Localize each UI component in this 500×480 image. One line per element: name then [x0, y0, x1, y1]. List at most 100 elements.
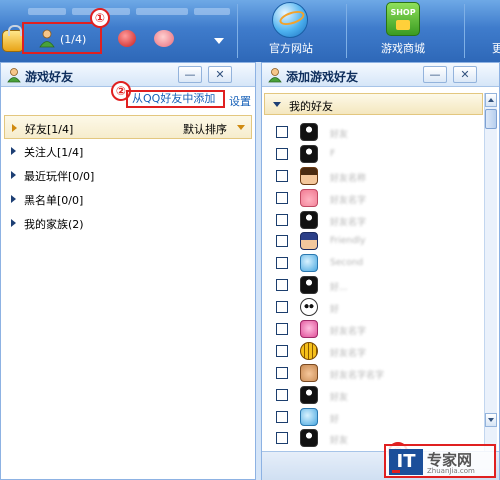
friend-name: Second	[330, 258, 364, 269]
pig-face-icon[interactable]	[154, 30, 174, 47]
friends-icon	[39, 29, 55, 48]
friend-name: 好友名字	[330, 217, 367, 228]
scroll-thumb[interactable]	[485, 109, 497, 129]
section-label: 我的好友	[289, 100, 333, 113]
friends-icon	[7, 68, 21, 83]
close-button[interactable]: ✕	[453, 66, 477, 83]
minimize-button[interactable]: —	[423, 66, 447, 83]
caret-down-icon	[273, 102, 281, 107]
group-following[interactable]: 关注人[1/4]	[4, 139, 252, 163]
friend-name: F	[330, 148, 336, 159]
friend-checkbox[interactable]	[276, 301, 288, 314]
group-label: 黑名单[0/0]	[24, 194, 84, 207]
panel-title: 游戏好友	[25, 70, 74, 84]
penguin-avatar-icon	[300, 276, 318, 295]
friend-checkbox[interactable]	[276, 169, 288, 182]
toolbar-divider	[346, 4, 347, 58]
friend-checkbox[interactable]	[276, 147, 288, 160]
friend-name: 好友	[330, 436, 349, 447]
penguin-avatar-icon	[300, 385, 318, 404]
scrollbar[interactable]	[484, 93, 497, 480]
add-game-friends-panel: 添加游戏好友 — ✕ 我的好友 好友 F 好友名称 好友名字 好友名字 Friendly S…	[261, 62, 500, 480]
friend-row[interactable]: 好友名字	[272, 187, 479, 209]
group-friends[interactable]: 好友[1/4] 默认排序	[4, 115, 252, 139]
friend-row[interactable]: 好友名字	[272, 318, 479, 340]
friend-checkbox[interactable]	[276, 410, 288, 423]
friend-name: 好友名字	[330, 327, 367, 338]
game-mall-button[interactable]: SHOP 游戏商城	[362, 0, 444, 62]
friend-row[interactable]: 好	[272, 406, 479, 428]
pig-avatar-icon	[300, 188, 318, 207]
friend-row[interactable]: 好友名字	[272, 209, 479, 231]
top-toolbar: (1/4) ① 官方网站 SHOP 游戏商城 更	[0, 0, 500, 62]
anime-avatar-icon	[300, 232, 318, 251]
group-my-family[interactable]: 我的家族(2)	[4, 211, 252, 235]
import-from-qq-link[interactable]: 从QQ好友中添加	[126, 90, 225, 108]
sort-dropdown-label[interactable]: 默认排序	[183, 121, 227, 137]
friend-checkbox[interactable]	[276, 191, 288, 204]
friend-row[interactable]: Friendly	[272, 230, 479, 252]
friend-checkbox[interactable]	[276, 213, 288, 226]
friend-name: 好友名字名字	[330, 370, 385, 381]
friend-row[interactable]: 好...	[272, 274, 479, 296]
friend-checkbox[interactable]	[276, 279, 288, 292]
minimize-button[interactable]: —	[178, 66, 202, 83]
lock-icon[interactable]	[2, 25, 24, 52]
close-button[interactable]: ✕	[208, 66, 232, 83]
scroll-up-button[interactable]	[485, 93, 497, 107]
friend-group-list: 好友[1/4] 默认排序 关注人[1/4] 最近玩伴[0/0] 黑名单[0/0]…	[4, 115, 252, 235]
panda-avatar-icon	[300, 298, 318, 317]
friend-checkbox[interactable]	[276, 388, 288, 401]
dolphin-avatar-icon	[300, 254, 318, 273]
friend-checkbox[interactable]	[276, 366, 288, 379]
girl-avatar-icon	[300, 166, 318, 185]
chevron-down-icon[interactable]	[237, 125, 245, 130]
group-blacklist[interactable]: 黑名单[0/0]	[4, 187, 252, 211]
friend-row[interactable]: 好友名字	[272, 340, 479, 362]
toolbar-divider	[464, 4, 465, 58]
callout-marker-1: ①	[90, 8, 110, 28]
game-mall-label: 游戏商城	[381, 42, 425, 55]
settings-link[interactable]: 设置	[229, 93, 251, 109]
import-row: ② 从QQ好友中添加 设置	[1, 81, 255, 111]
more-nav-label[interactable]: 更	[492, 40, 500, 56]
scroll-down-button[interactable]	[485, 413, 497, 427]
friend-checkbox[interactable]	[276, 323, 288, 336]
group-recent-players[interactable]: 最近玩伴[0/0]	[4, 163, 252, 187]
friend-checkbox[interactable]	[276, 257, 288, 270]
panel-title: 添加游戏好友	[286, 70, 359, 84]
friend-row[interactable]: 好友名称	[272, 165, 479, 187]
friend-row[interactable]: F	[272, 143, 479, 165]
friend-name: 好友	[330, 130, 349, 140]
friend-row[interactable]: 好友	[272, 384, 479, 406]
friend-checkbox[interactable]	[276, 126, 288, 138]
friend-count-button[interactable]: (1/4)	[22, 22, 102, 54]
penguin-avatar-icon	[300, 144, 318, 163]
friend-name: 好友名字	[330, 195, 367, 206]
friend-row[interactable]: Second	[272, 252, 479, 274]
chevron-down-icon[interactable]	[214, 38, 224, 44]
site-watermark: IT 专家网 ZhuanJia.com	[384, 444, 496, 478]
official-site-label: 官方网站	[269, 42, 313, 55]
caret-right-icon	[12, 124, 17, 132]
blurred-username	[28, 5, 233, 18]
official-site-button[interactable]: 官方网站	[250, 0, 332, 62]
friend-checkbox[interactable]	[276, 432, 288, 445]
friend-name: 好	[330, 414, 340, 425]
friend-name: 好	[330, 305, 340, 316]
watermark-url: ZhuanJia.com	[427, 467, 475, 475]
game-ball-icon[interactable]	[118, 30, 136, 47]
friend-row[interactable]: 好友	[272, 121, 479, 143]
penguin-avatar-icon	[300, 429, 318, 448]
face-avatar-icon	[300, 363, 318, 382]
friend-row[interactable]: 好友名字名字	[272, 362, 479, 384]
friend-checkbox[interactable]	[276, 235, 288, 248]
friend-row[interactable]: 好	[272, 296, 479, 318]
toolbar-divider	[237, 4, 238, 58]
group-label: 我的家族(2)	[24, 218, 84, 231]
friend-checkbox[interactable]	[276, 344, 288, 357]
panel-header: 添加游戏好友 — ✕	[262, 63, 499, 87]
penguin-avatar-icon	[300, 210, 318, 229]
my-friends-section[interactable]: 我的好友	[264, 93, 483, 115]
friend-name: 好友名称	[330, 173, 367, 184]
